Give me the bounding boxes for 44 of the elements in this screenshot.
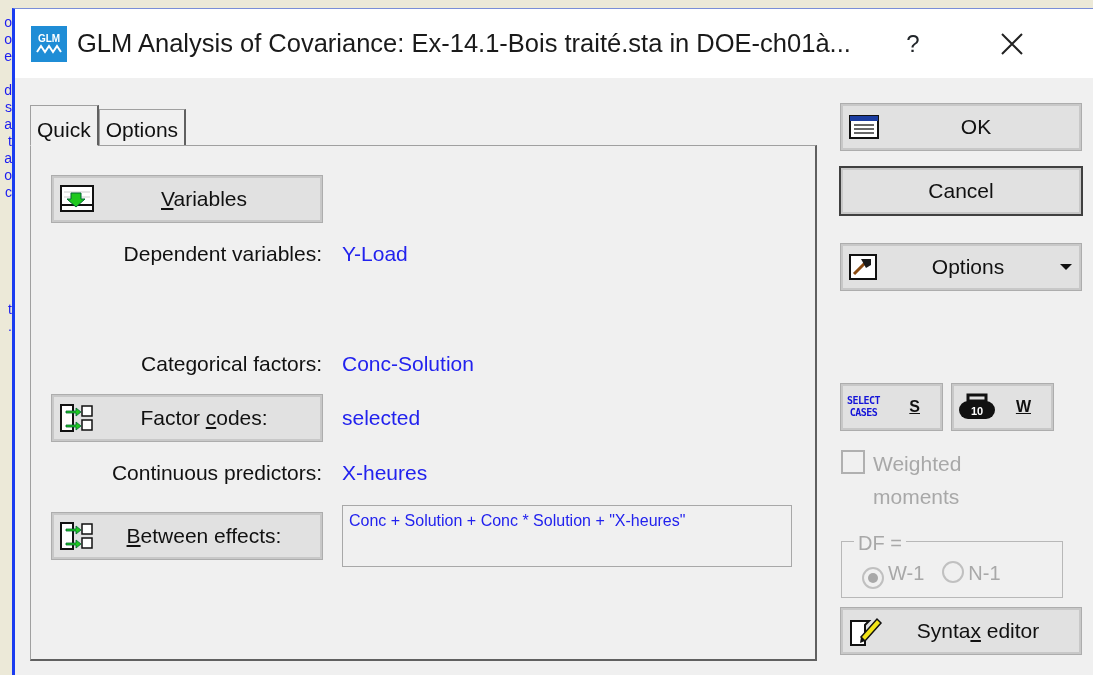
field-label: Categorical factors:: [140, 350, 322, 377]
checkbox-label: Weighted moments: [873, 451, 963, 510]
pencil-note-icon: [849, 615, 883, 647]
text-fragment: o: [3, 14, 12, 31]
help-button[interactable]: ?: [900, 25, 925, 62]
text-fragment: t: [7, 301, 12, 318]
text-fragment: o: [3, 31, 12, 48]
app-icon: GLM: [31, 25, 67, 62]
table-arrow-icon: [60, 404, 94, 432]
field-value: selected: [342, 405, 422, 432]
field-label: Dependent variables:: [122, 241, 322, 267]
text-fragment: t: [7, 133, 12, 150]
factor-codes-button[interactable]: Factor codes:: [52, 395, 322, 441]
text-fragment: o: [3, 167, 12, 184]
between-effects-button[interactable]: Between effects:: [52, 512, 322, 559]
options-button[interactable]: Options: [841, 244, 1081, 290]
field-label: Continuous predictors:: [110, 460, 322, 486]
variables-button[interactable]: Variables: [52, 176, 322, 222]
text-fragment: a: [3, 150, 12, 167]
caret-icon: [1059, 263, 1073, 271]
text-fragment: .: [7, 318, 12, 335]
select-cases-icon: SELECT CASES: [847, 395, 881, 419]
text-fragment: a: [3, 116, 12, 133]
field-value: Y-Load: [342, 241, 409, 267]
ok-button[interactable]: OK: [841, 104, 1081, 150]
tab[interactable]: Options: [98, 109, 187, 145]
tab[interactable]: Quick: [30, 105, 99, 146]
window-title: GLM Analysis of Covariance: Ex-14.1-Bois traité.sta in DOE-ch01à...: [77, 28, 851, 60]
table-icon: [849, 115, 879, 139]
cancel-button[interactable]: Cancel: [841, 168, 1081, 214]
effects-field[interactable]: Conc + Solution + Conc * Solution + "X-heures": [342, 504, 792, 567]
text-fragment: e: [3, 48, 12, 65]
syntax-editor-button[interactable]: Syntax editor: [841, 608, 1081, 654]
table-arrow-icon: [60, 521, 94, 550]
hammer-icon: [849, 254, 877, 280]
weight-button[interactable]: 10 W: [952, 384, 1053, 430]
variables-icon: [60, 185, 94, 213]
field-value: Conc-Solution: [342, 350, 475, 377]
text-fragment: s: [4, 99, 12, 116]
text-fragment: d: [3, 82, 12, 99]
text-fragment: c: [4, 184, 12, 201]
field-value: X-heures: [342, 460, 429, 486]
select-cases-button[interactable]: SELECT CASES S: [841, 384, 942, 430]
close-icon[interactable]: [999, 31, 1024, 56]
